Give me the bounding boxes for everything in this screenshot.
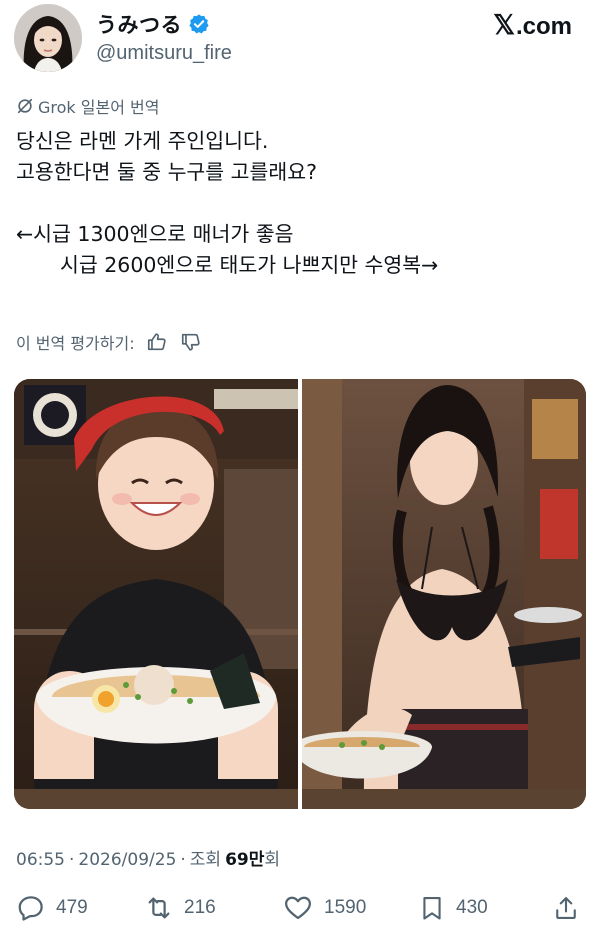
translation-label[interactable]: Grok 일본어 번역: [16, 94, 159, 118]
user-handle[interactable]: @umitsuru_fire: [96, 42, 232, 65]
display-name[interactable]: うみつる: [96, 9, 210, 39]
avatar[interactable]: [14, 4, 82, 72]
tweet-actions: 479 216 1590 430: [16, 893, 584, 933]
views-label: 조회: [189, 850, 222, 870]
tweet-line: ←시급 1300엔으로 매너가 좋음: [16, 222, 294, 246]
tweet-line: 당신은 라멘 가게 주인입니다.: [16, 129, 269, 153]
tweet-line: 시급 2600엔으로 태도가 나쁘지만 수영복→: [60, 253, 439, 277]
thumbs-down-icon[interactable]: [179, 330, 203, 354]
heart-icon: [285, 896, 311, 920]
repost-count: 216: [184, 897, 216, 918]
separator: ·: [69, 850, 75, 870]
separator: ·: [180, 850, 186, 870]
repost-icon: [148, 897, 170, 919]
repost-button[interactable]: 216: [144, 893, 216, 923]
x-com-logo: 𝕏 .com: [493, 10, 572, 41]
rate-translation-label: 이 번역 평가하기:: [16, 334, 135, 353]
tweet-body: 당신은 라멘 가게 주인입니다. 고용한다면 둘 중 누구를 고를래요? ←시급…: [16, 126, 584, 281]
media-photo-right[interactable]: [302, 379, 586, 809]
bookmark-icon: [423, 897, 441, 920]
views-suffix: 회: [264, 850, 281, 870]
reply-count: 479: [56, 897, 88, 918]
tweet-media[interactable]: [14, 379, 586, 809]
rate-translation: 이 번역 평가하기:: [16, 330, 203, 354]
like-count: 1590: [324, 897, 367, 918]
share-icon: [556, 897, 576, 919]
reply-icon: [18, 896, 43, 921]
thumbs-up-icon[interactable]: [145, 330, 169, 354]
grok-icon: [17, 98, 33, 114]
views-count: 69만 회: [225, 845, 280, 870]
reply-button[interactable]: 479: [16, 893, 88, 923]
media-photo-left[interactable]: [14, 379, 298, 809]
tweet-time[interactable]: 06:55: [16, 850, 65, 870]
x-logo-suffix: .com: [515, 13, 572, 40]
like-button[interactable]: 1590: [282, 893, 366, 923]
display-name-text: うみつる: [96, 13, 182, 37]
tweet-date[interactable]: 2026/09/25: [78, 850, 176, 870]
ramen-server-photo: [14, 379, 298, 809]
bookmark-count: 430: [456, 897, 488, 918]
x-logo-icon: 𝕏: [493, 10, 515, 40]
swimsuit-server-photo: [302, 379, 586, 809]
translation-label-text: Grok 일본어 번역: [38, 98, 160, 117]
views-number: 69만: [225, 850, 265, 870]
share-button[interactable]: [552, 893, 580, 923]
verified-badge-icon: [188, 13, 210, 35]
tweet-header: うみつる @umitsuru_fire 𝕏 .com: [0, 0, 600, 90]
avatar-image: [14, 4, 82, 72]
bookmark-button[interactable]: 430: [418, 893, 488, 923]
tweet-line: 고용한다면 둘 중 누구를 고를래요?: [16, 160, 317, 184]
tweet-timestamp: 06:55 · 2026/09/25 · 조회 69만 회: [16, 845, 280, 870]
